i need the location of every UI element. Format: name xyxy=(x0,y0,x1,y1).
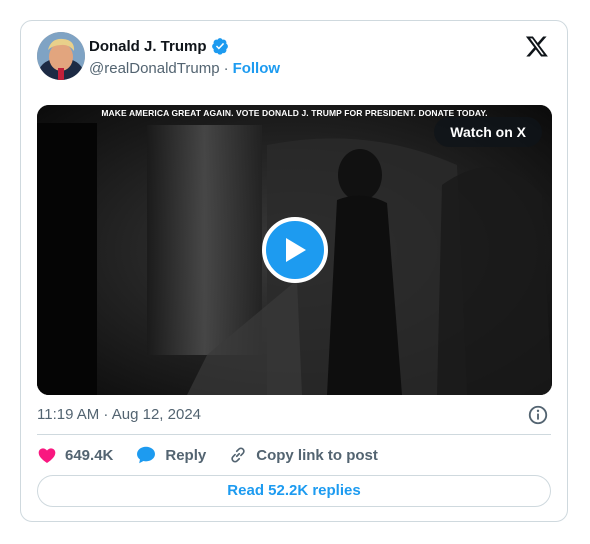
post-timestamp[interactable]: 11:19 AM · Aug 12, 2024 xyxy=(37,406,201,423)
author-name[interactable]: Donald J. Trump xyxy=(89,38,207,55)
play-button[interactable] xyxy=(262,217,328,283)
action-bar: 649.4K Reply Copy link to post xyxy=(37,445,400,465)
author-name-row: Donald J. Trump xyxy=(89,36,229,56)
play-icon xyxy=(286,238,306,262)
avatar[interactable] xyxy=(37,32,85,80)
copy-link-label: Copy link to post xyxy=(256,446,378,464)
watch-on-x-button[interactable]: Watch on X xyxy=(434,117,542,147)
embedded-post-card[interactable]: Donald J. Trump @realDonaldTrump · Follo… xyxy=(20,20,568,522)
reply-bubble-icon xyxy=(137,446,156,464)
link-icon xyxy=(231,447,245,463)
separator-dot: · xyxy=(223,59,229,77)
x-logo-icon[interactable] xyxy=(525,34,549,58)
info-icon[interactable] xyxy=(527,404,549,426)
reply-label: Reply xyxy=(165,446,207,464)
follow-link[interactable]: Follow xyxy=(233,60,281,77)
reply-action[interactable]: Reply xyxy=(135,444,206,466)
author-handle-row: @realDonaldTrump · Follow xyxy=(89,58,280,78)
divider xyxy=(37,434,551,435)
like-action[interactable]: 649.4K xyxy=(37,445,113,465)
verified-icon xyxy=(211,38,228,55)
copy-link-action[interactable]: Copy link to post xyxy=(228,445,378,465)
like-count: 649.4K xyxy=(65,446,114,464)
author-handle[interactable]: @realDonaldTrump xyxy=(89,60,220,77)
video-player[interactable]: MAKE AMERICA GREAT AGAIN. VOTE DONALD J.… xyxy=(37,105,552,395)
read-replies-button[interactable]: Read 52.2K replies xyxy=(37,475,551,507)
heart-icon xyxy=(38,448,56,463)
